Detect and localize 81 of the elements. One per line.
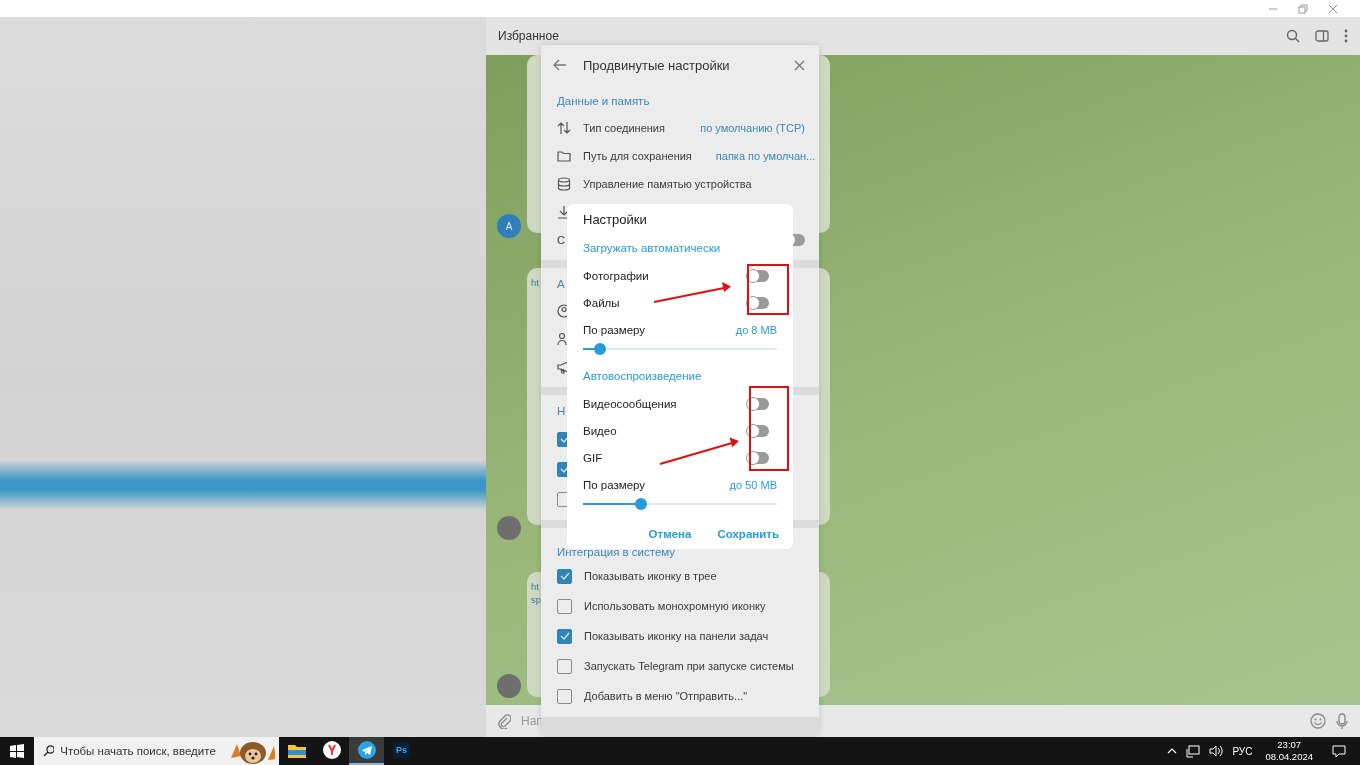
panel-title: Продвинутые настройки (583, 57, 730, 73)
search-field[interactable]: Чтобы начать поиск, введите (34, 737, 279, 765)
taskbar-app[interactable]: Ps (384, 737, 419, 765)
checkbox-label: Запускать Telegram при запуске системы (584, 660, 794, 672)
avatar: A (497, 214, 521, 238)
section-title: А (557, 278, 565, 291)
cancel-button[interactable]: Отмена (640, 522, 700, 546)
section-title: Н (557, 405, 566, 418)
checkmark-icon (559, 572, 570, 580)
back-arrow-icon[interactable] (553, 59, 567, 71)
speaker-icon[interactable] (1209, 745, 1224, 757)
paper-plane-icon (357, 741, 376, 759)
toggle-label: GIF (583, 451, 603, 464)
checkbox-label: Добавить в меню "Отправить..." (584, 690, 748, 702)
chevron-up-icon[interactable] (1167, 748, 1178, 754)
toggle-switch[interactable] (747, 269, 769, 282)
clock-date: 08.04.2024 (1265, 751, 1313, 763)
restore-icon[interactable] (1298, 3, 1308, 14)
more-icon[interactable] (1344, 29, 1348, 43)
size-label: По размеру (583, 323, 646, 336)
size-value: до 8 MB (735, 323, 777, 336)
taskbar-app[interactable] (349, 737, 384, 765)
close-icon[interactable] (1328, 3, 1338, 14)
search-icon[interactable] (1286, 29, 1300, 43)
checkbox[interactable] (557, 688, 572, 704)
ps-app-label: Ps (393, 742, 410, 758)
setting-label: С (557, 234, 565, 246)
section-title: Интеграция в систему (557, 546, 676, 559)
notification-icon[interactable] (1332, 744, 1346, 758)
toggle-switch[interactable] (747, 397, 769, 410)
toggle-label: Фотографии (583, 269, 649, 282)
avatar-placeholder (497, 516, 521, 540)
checkbox[interactable] (557, 628, 572, 644)
message-text: ht (531, 580, 539, 593)
highlight-frame (747, 264, 789, 315)
section-title: Загружать автоматически (583, 241, 722, 256)
save-button[interactable]: Сохранить (709, 522, 787, 546)
checkbox-label: Показывать иконку в трее (584, 570, 717, 582)
network-icon[interactable] (1186, 744, 1201, 758)
size-value: до 50 MB (729, 478, 777, 491)
checkbox-label: Показывать иконку на панели задач (584, 630, 769, 642)
smiley-icon[interactable] (1310, 713, 1326, 729)
microphone-icon[interactable] (1336, 712, 1348, 730)
y-logo-icon (322, 741, 341, 759)
search-icon (43, 745, 55, 757)
setting-label: Управление памятью устройства (583, 178, 752, 190)
checkbox[interactable] (557, 568, 572, 584)
slider-thumb[interactable] (594, 343, 607, 355)
folder-icon (557, 150, 571, 162)
toggle-switch[interactable] (747, 424, 769, 437)
folder-icon (287, 742, 306, 758)
toggle-label: Видеосообщения (583, 397, 677, 410)
checkbox-label: Использовать монохромную иконку (584, 600, 766, 612)
language-indicator[interactable]: РУС (1232, 745, 1253, 757)
clock-time: 23:07 (1277, 739, 1302, 751)
message-text: ht (531, 276, 539, 289)
setting-value[interactable]: папка по умолчан... (715, 150, 816, 162)
section-title: Автовоспроизведение (583, 369, 703, 384)
chat-title: Избранное (498, 29, 559, 43)
toggle-label: Файлы (583, 296, 620, 309)
setting-label: Путь для сохранения (583, 150, 692, 162)
windows-start-icon[interactable] (10, 744, 24, 758)
close-icon[interactable] (794, 59, 805, 71)
message-text: sp (531, 593, 542, 606)
database-icon (557, 177, 571, 191)
size-label: По размеру (583, 478, 646, 491)
toggle-switch[interactable] (747, 296, 769, 309)
setting-label: Тип соединения (583, 122, 665, 134)
checkbox[interactable] (557, 598, 572, 614)
toggle-label: Видео (583, 424, 617, 437)
section-title: Данные и память (557, 95, 650, 108)
sidebar-icon[interactable] (1315, 29, 1329, 43)
dialog-title: Настройки (583, 211, 648, 229)
paperclip-icon[interactable] (497, 713, 511, 729)
checkmark-icon (559, 632, 570, 640)
arrows-up-down-icon (557, 121, 571, 135)
checkbox[interactable] (557, 658, 572, 674)
slider-thumb[interactable] (635, 498, 648, 510)
toggle-switch[interactable] (747, 451, 769, 464)
avatar-placeholder (497, 674, 521, 698)
setting-value[interactable]: по умолчанию (TCP) (700, 122, 805, 134)
